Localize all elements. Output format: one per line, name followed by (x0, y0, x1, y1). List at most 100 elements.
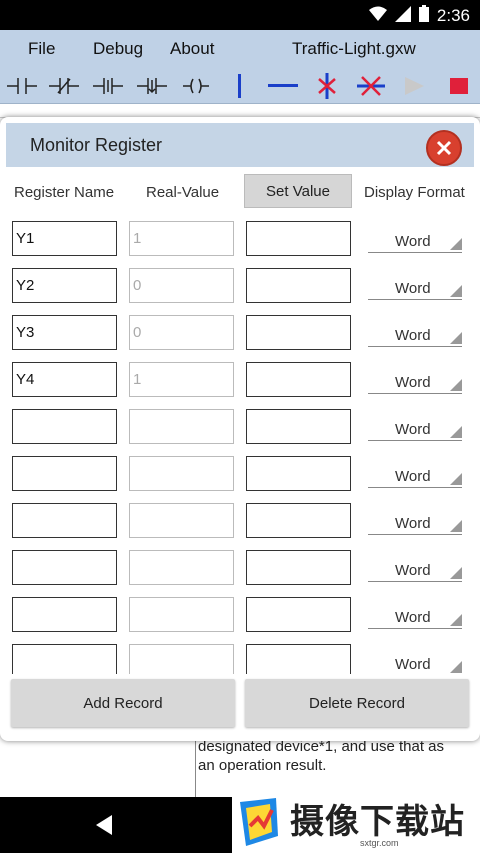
watermark-text: 摄像下载站 (290, 803, 465, 841)
status-bar: 2:36 (0, 0, 480, 30)
menu-about[interactable]: About (170, 39, 214, 59)
register-row: Y3 0 Word (0, 315, 480, 351)
divider (195, 737, 196, 799)
set-value-input[interactable] (246, 268, 351, 303)
dialog-title: Monitor Register (30, 135, 163, 155)
back-icon[interactable] (96, 815, 112, 835)
add-record-button[interactable]: Add Record (11, 679, 235, 727)
real-value-field (129, 644, 234, 674)
status-time: 2:36 (436, 6, 470, 25)
dropdown-arrow-icon (450, 473, 462, 485)
header-real-value: Real-Value (146, 184, 220, 201)
set-value-input[interactable] (246, 597, 351, 632)
register-name-input[interactable] (12, 550, 117, 585)
register-row: Y1 1 Word (0, 221, 480, 257)
real-value-field: 0 (129, 268, 234, 303)
register-row: Word (0, 409, 480, 445)
set-value-input[interactable] (246, 409, 351, 444)
display-format-dropdown[interactable]: Word (368, 466, 462, 488)
contact-rising-icon[interactable] (92, 72, 124, 100)
register-name-input[interactable] (12, 456, 117, 491)
register-row: Word (0, 597, 480, 633)
real-value-field (129, 597, 234, 632)
display-format-dropdown[interactable]: Word (368, 278, 462, 300)
watermark-logo-icon (236, 796, 282, 853)
contact-falling-icon[interactable] (136, 72, 168, 100)
real-value-field (129, 456, 234, 491)
horizontal-line-icon[interactable] (266, 72, 300, 100)
dropdown-arrow-icon (450, 379, 462, 391)
set-value-input[interactable] (246, 644, 351, 674)
wifi-icon (368, 6, 387, 27)
real-value-field: 1 (129, 362, 234, 397)
menu-debug[interactable]: Debug (93, 39, 143, 59)
register-row: Y2 0 Word (0, 268, 480, 304)
header-display-format: Display Format (364, 184, 465, 201)
real-value-field (129, 550, 234, 585)
dropdown-arrow-icon (450, 567, 462, 579)
register-row: Word (0, 503, 480, 539)
register-name-input[interactable]: Y4 (12, 362, 117, 397)
register-row: Word (0, 550, 480, 586)
display-format-dropdown[interactable]: Word (368, 231, 462, 253)
delete-record-button[interactable]: Delete Record (245, 679, 469, 727)
display-format-dropdown[interactable]: Word (368, 654, 462, 674)
run-icon[interactable] (400, 72, 428, 100)
display-format-dropdown[interactable]: Word (368, 325, 462, 347)
set-value-input[interactable] (246, 456, 351, 491)
watermark: 摄像下载站 sxtgr.com (232, 790, 480, 853)
real-value-field: 0 (129, 315, 234, 350)
dropdown-arrow-icon (450, 332, 462, 344)
background-description: designated device*1, and use that as an … (198, 738, 445, 774)
real-value-field (129, 409, 234, 444)
set-value-input[interactable] (246, 550, 351, 585)
register-name-input[interactable] (12, 597, 117, 632)
set-value-input[interactable] (246, 362, 351, 397)
dropdown-arrow-icon (450, 614, 462, 626)
file-name: Traffic-Light.gxw (292, 39, 416, 58)
set-value-input[interactable] (246, 221, 351, 256)
watermark-url: sxtgr.com (360, 838, 399, 848)
contact-nc-icon[interactable] (48, 72, 80, 100)
register-row: Word (0, 456, 480, 492)
display-format-dropdown[interactable]: Word (368, 372, 462, 394)
set-value-button[interactable]: Set Value (244, 174, 352, 208)
dropdown-arrow-icon (450, 426, 462, 438)
register-name-input[interactable] (12, 644, 117, 674)
register-name-input[interactable] (12, 409, 117, 444)
display-format-dropdown[interactable]: Word (368, 419, 462, 441)
register-name-input[interactable] (12, 503, 117, 538)
coil-icon[interactable] (182, 72, 210, 100)
monitor-register-dialog: Monitor Register Register Name Real-Valu… (0, 117, 480, 741)
register-row: Word (0, 644, 480, 674)
close-button[interactable] (426, 130, 462, 166)
contact-no-icon[interactable] (6, 72, 38, 100)
menu-bar: File Debug About Traffic-Light.gxw (0, 30, 480, 68)
real-value-field: 1 (129, 221, 234, 256)
dropdown-arrow-icon (450, 238, 462, 250)
register-name-input[interactable]: Y1 (12, 221, 117, 256)
close-icon (436, 140, 452, 156)
display-format-dropdown[interactable]: Word (368, 513, 462, 535)
ladder-editor-strip (0, 104, 480, 118)
delete-horizontal-icon[interactable] (356, 72, 386, 100)
header-register-name: Register Name (14, 184, 115, 201)
set-value-input[interactable] (246, 315, 351, 350)
battery-icon (418, 5, 429, 27)
delete-vertical-icon[interactable] (314, 72, 340, 100)
dialog-title-bar: Monitor Register (6, 123, 474, 167)
display-format-dropdown[interactable]: Word (368, 607, 462, 629)
register-name-input[interactable]: Y2 (12, 268, 117, 303)
display-format-dropdown[interactable]: Word (368, 560, 462, 582)
dropdown-arrow-icon (450, 520, 462, 532)
ladder-toolbar (0, 68, 480, 104)
set-value-input[interactable] (246, 503, 351, 538)
vertical-line-icon[interactable] (230, 72, 250, 100)
signal-icon (394, 5, 411, 27)
dropdown-arrow-icon (450, 661, 462, 673)
menu-file[interactable]: File (28, 39, 55, 59)
register-name-input[interactable]: Y3 (12, 315, 117, 350)
register-row: Y4 1 Word (0, 362, 480, 398)
dropdown-arrow-icon (450, 285, 462, 297)
stop-icon[interactable] (446, 72, 472, 100)
